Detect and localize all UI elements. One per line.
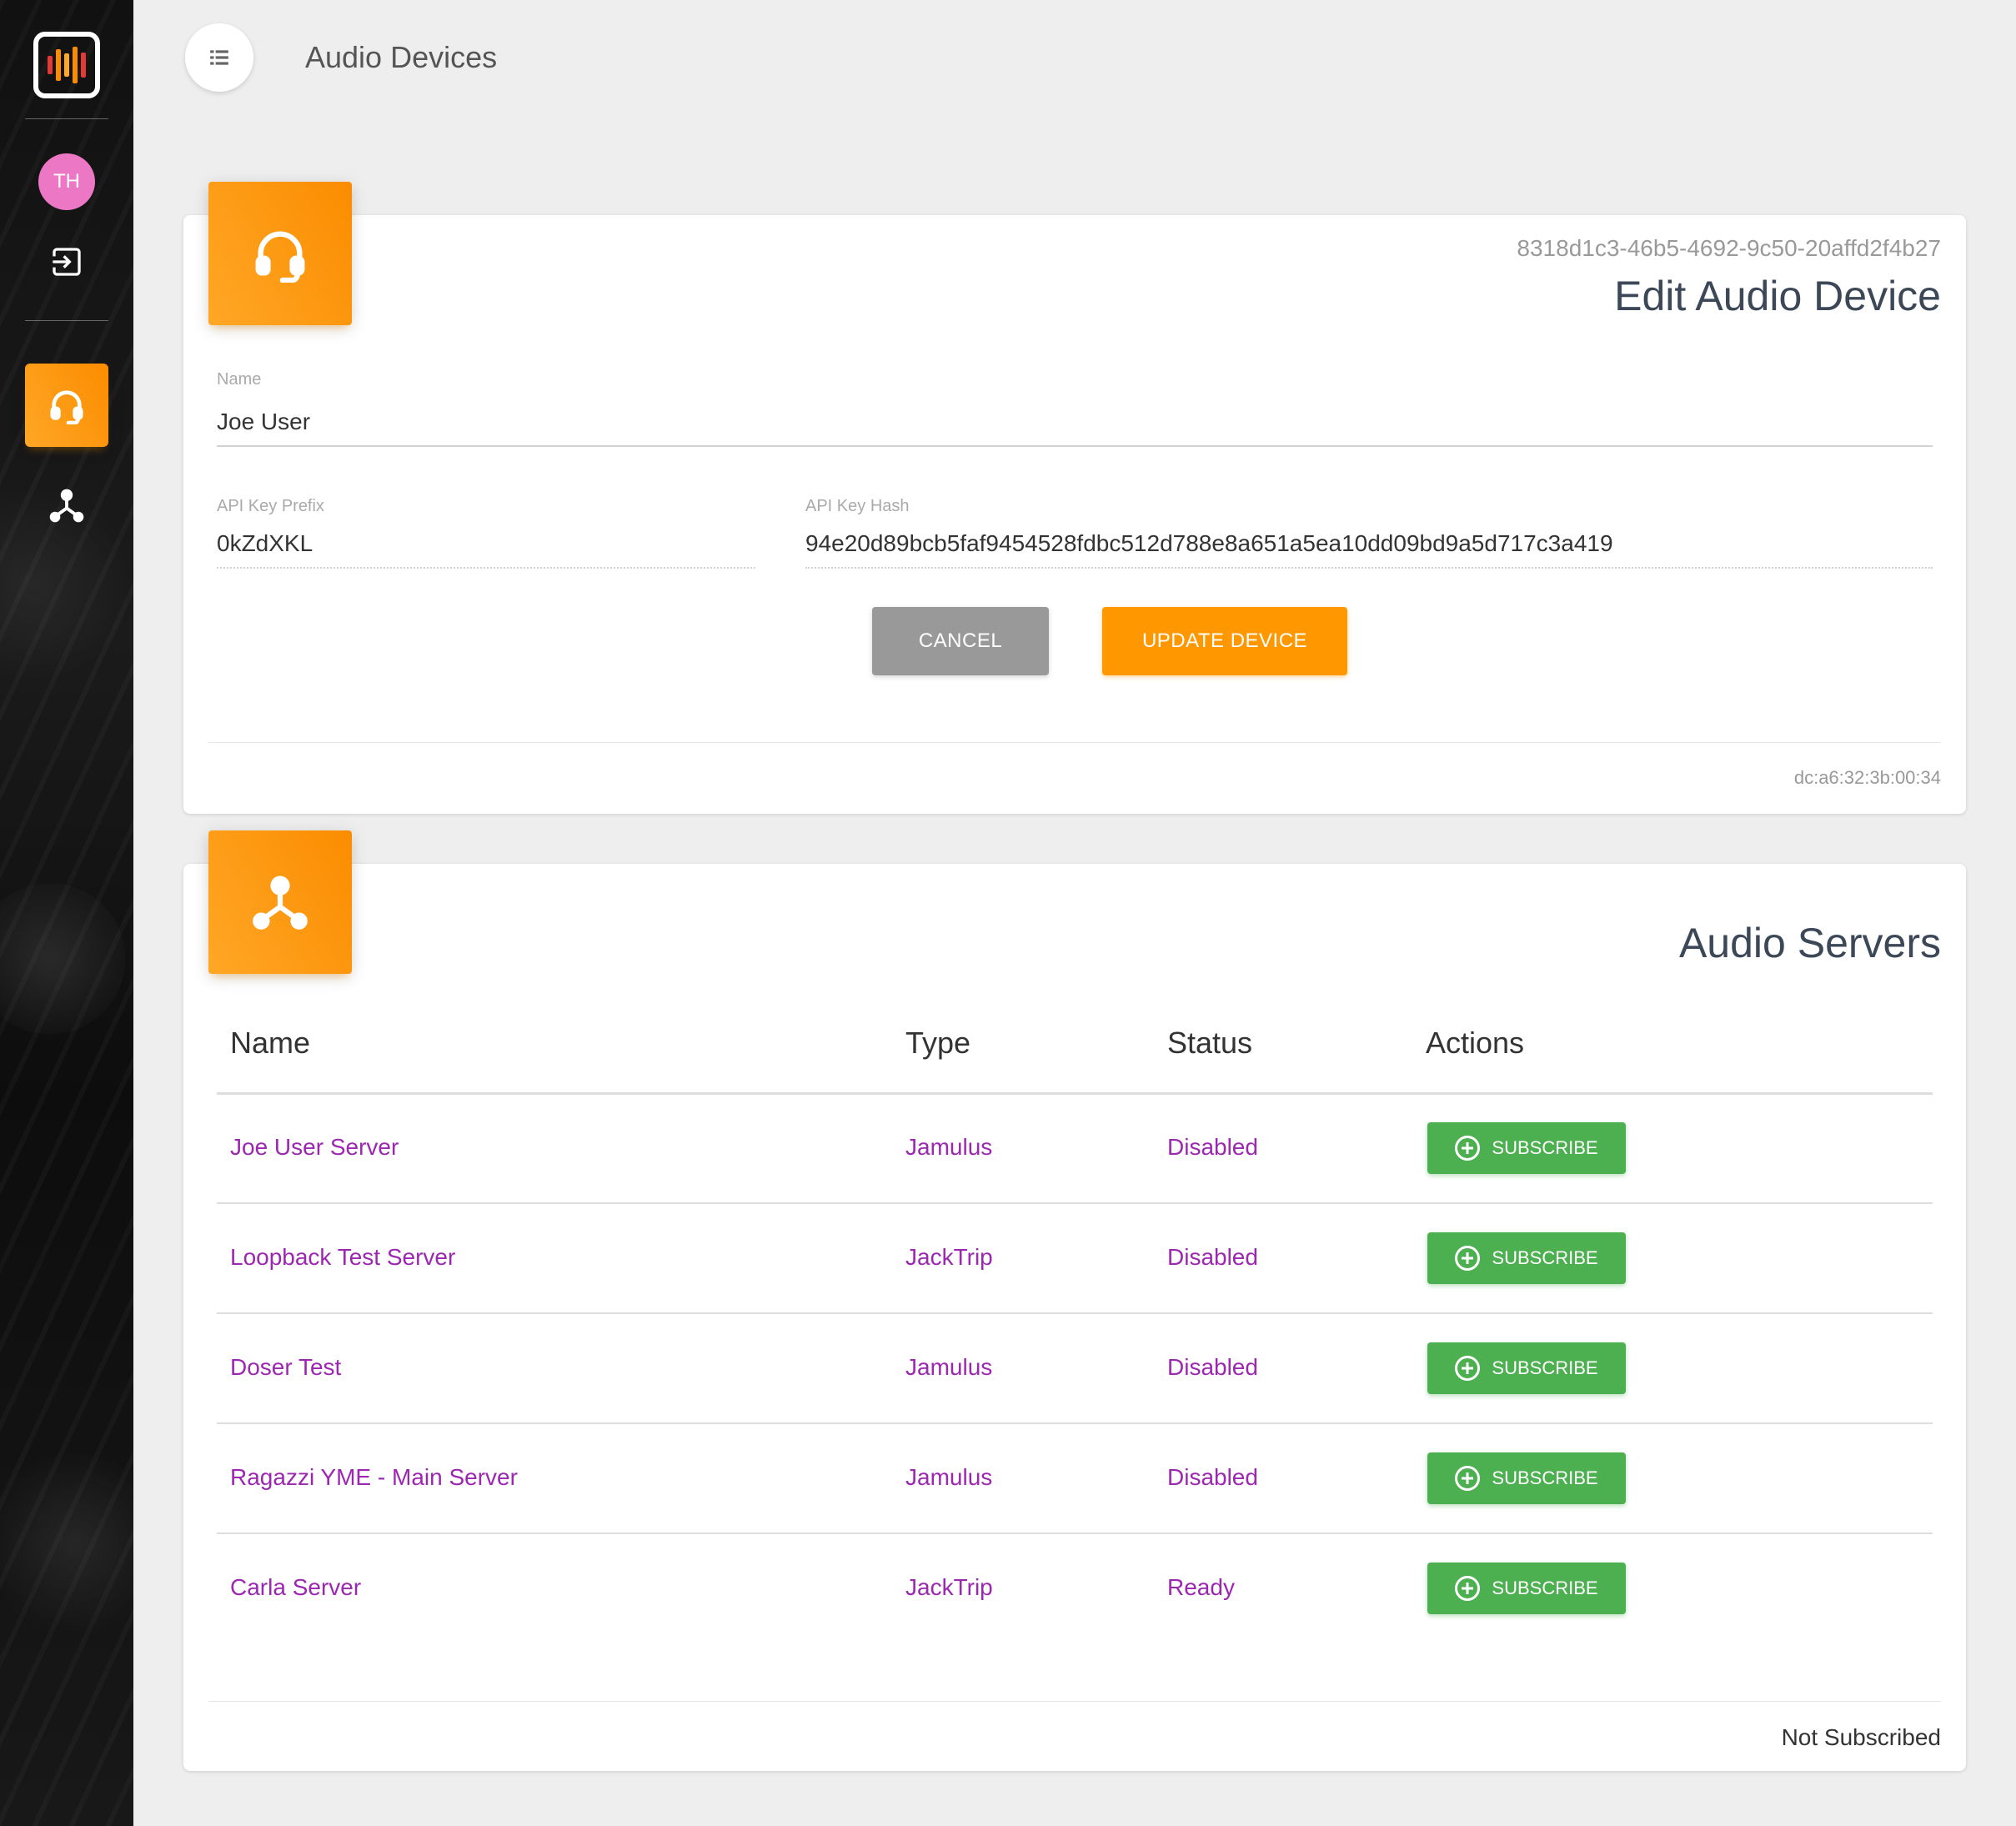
column-header-actions: Actions (1426, 1026, 1525, 1060)
subscribe-button[interactable]: SUBSCRIBE (1427, 1342, 1626, 1394)
server-type: Jamulus (905, 1134, 993, 1160)
menu-toggle-button[interactable] (185, 23, 253, 92)
subscribe-label: SUBSCRIBE (1492, 1357, 1598, 1378)
server-status: Disabled (1167, 1134, 1258, 1160)
server-name[interactable]: Doser Test (230, 1354, 341, 1381)
card-footer-divider (208, 1701, 1941, 1702)
add-circle-icon (1455, 1136, 1481, 1161)
column-header-name: Name (230, 1026, 311, 1060)
mac-address: dc:a6:32:3b:00:34 (1793, 767, 1941, 788)
table-row-divider (217, 1533, 1933, 1534)
table-header-divider (217, 1092, 1933, 1095)
add-circle-icon (1455, 1246, 1481, 1271)
logout-icon[interactable] (47, 242, 87, 282)
headset-icon (50, 390, 83, 424)
card-title: Edit Audio Device (1614, 273, 1941, 319)
subscription-status: Not Subscribed (1781, 1724, 1941, 1750)
server-type: JackTrip (905, 1244, 993, 1270)
column-header-status: Status (1167, 1026, 1253, 1060)
server-type: JackTrip (905, 1574, 993, 1600)
sidebar-item-audio-servers[interactable] (47, 485, 87, 525)
subscribe-button[interactable]: SUBSCRIBE (1427, 1122, 1626, 1174)
headset-icon (208, 182, 352, 325)
api-key-prefix-field[interactable]: 0kZdXKL (217, 530, 313, 557)
api-key-prefix-label: API Key Prefix (217, 497, 324, 515)
server-status: Disabled (1167, 1244, 1258, 1270)
subscribe-label: SUBSCRIBE (1492, 1247, 1598, 1268)
server-type: Jamulus (905, 1464, 993, 1490)
api-key-hash-label: API Key Hash (805, 497, 910, 515)
add-circle-icon (1455, 1466, 1481, 1491)
sidebar: TH (0, 0, 133, 1826)
update-device-button[interactable]: UPDATE DEVICE (1102, 607, 1347, 675)
table-row-divider (217, 1202, 1933, 1204)
network-icon (49, 489, 84, 523)
server-status: Ready (1167, 1574, 1235, 1600)
server-type: Jamulus (905, 1354, 993, 1380)
column-header-type: Type (905, 1026, 971, 1060)
edit-device-card: 8318d1c3-46b5-4692-9c50-20affd2f4b27 Edi… (183, 215, 1966, 814)
name-label: Name (217, 370, 262, 389)
server-name[interactable]: Loopback Test Server (230, 1244, 455, 1271)
api-key-hash-field[interactable]: 94e20d89bcb5faf9454528fdbc512d788e8a651a… (805, 530, 1613, 557)
table-row-divider (217, 1422, 1933, 1424)
avatar[interactable]: TH (38, 153, 95, 210)
page-title: Audio Devices (305, 40, 498, 74)
audio-servers-card: Audio Servers Name Type Status Actions J… (183, 864, 1966, 1771)
device-id: 8318d1c3-46b5-4692-9c50-20affd2f4b27 (1517, 235, 1941, 261)
cancel-button[interactable]: CANCEL (872, 607, 1049, 675)
subscribe-label: SUBSCRIBE (1492, 1467, 1598, 1488)
add-circle-icon (1455, 1576, 1481, 1601)
subscribe-label: SUBSCRIBE (1492, 1578, 1598, 1598)
subscribe-label: SUBSCRIBE (1492, 1137, 1598, 1158)
api-key-prefix-underline (217, 567, 755, 569)
server-name[interactable]: Carla Server (230, 1574, 361, 1601)
card-footer-divider (208, 742, 1941, 743)
add-circle-icon (1455, 1356, 1481, 1381)
server-name[interactable]: Ragazzi YME - Main Server (230, 1464, 518, 1491)
server-status: Disabled (1167, 1464, 1258, 1490)
name-field[interactable]: Joe User (217, 409, 310, 435)
subscribe-button[interactable]: SUBSCRIBE (1427, 1452, 1626, 1504)
sidebar-divider (25, 118, 108, 119)
table-row-divider (217, 1312, 1933, 1314)
subscribe-button[interactable]: SUBSCRIBE (1427, 1232, 1626, 1284)
server-status: Disabled (1167, 1354, 1258, 1380)
list-icon (210, 50, 228, 65)
server-name[interactable]: Joe User Server (230, 1134, 399, 1161)
network-icon (208, 830, 352, 974)
sidebar-divider (25, 320, 108, 321)
name-underline (217, 445, 1933, 447)
sidebar-item-audio-devices[interactable] (25, 364, 108, 447)
card-title: Audio Servers (1678, 920, 1941, 966)
subscribe-button[interactable]: SUBSCRIBE (1427, 1563, 1626, 1614)
waveform-logo-icon[interactable] (33, 32, 100, 98)
api-key-hash-underline (805, 567, 1933, 569)
